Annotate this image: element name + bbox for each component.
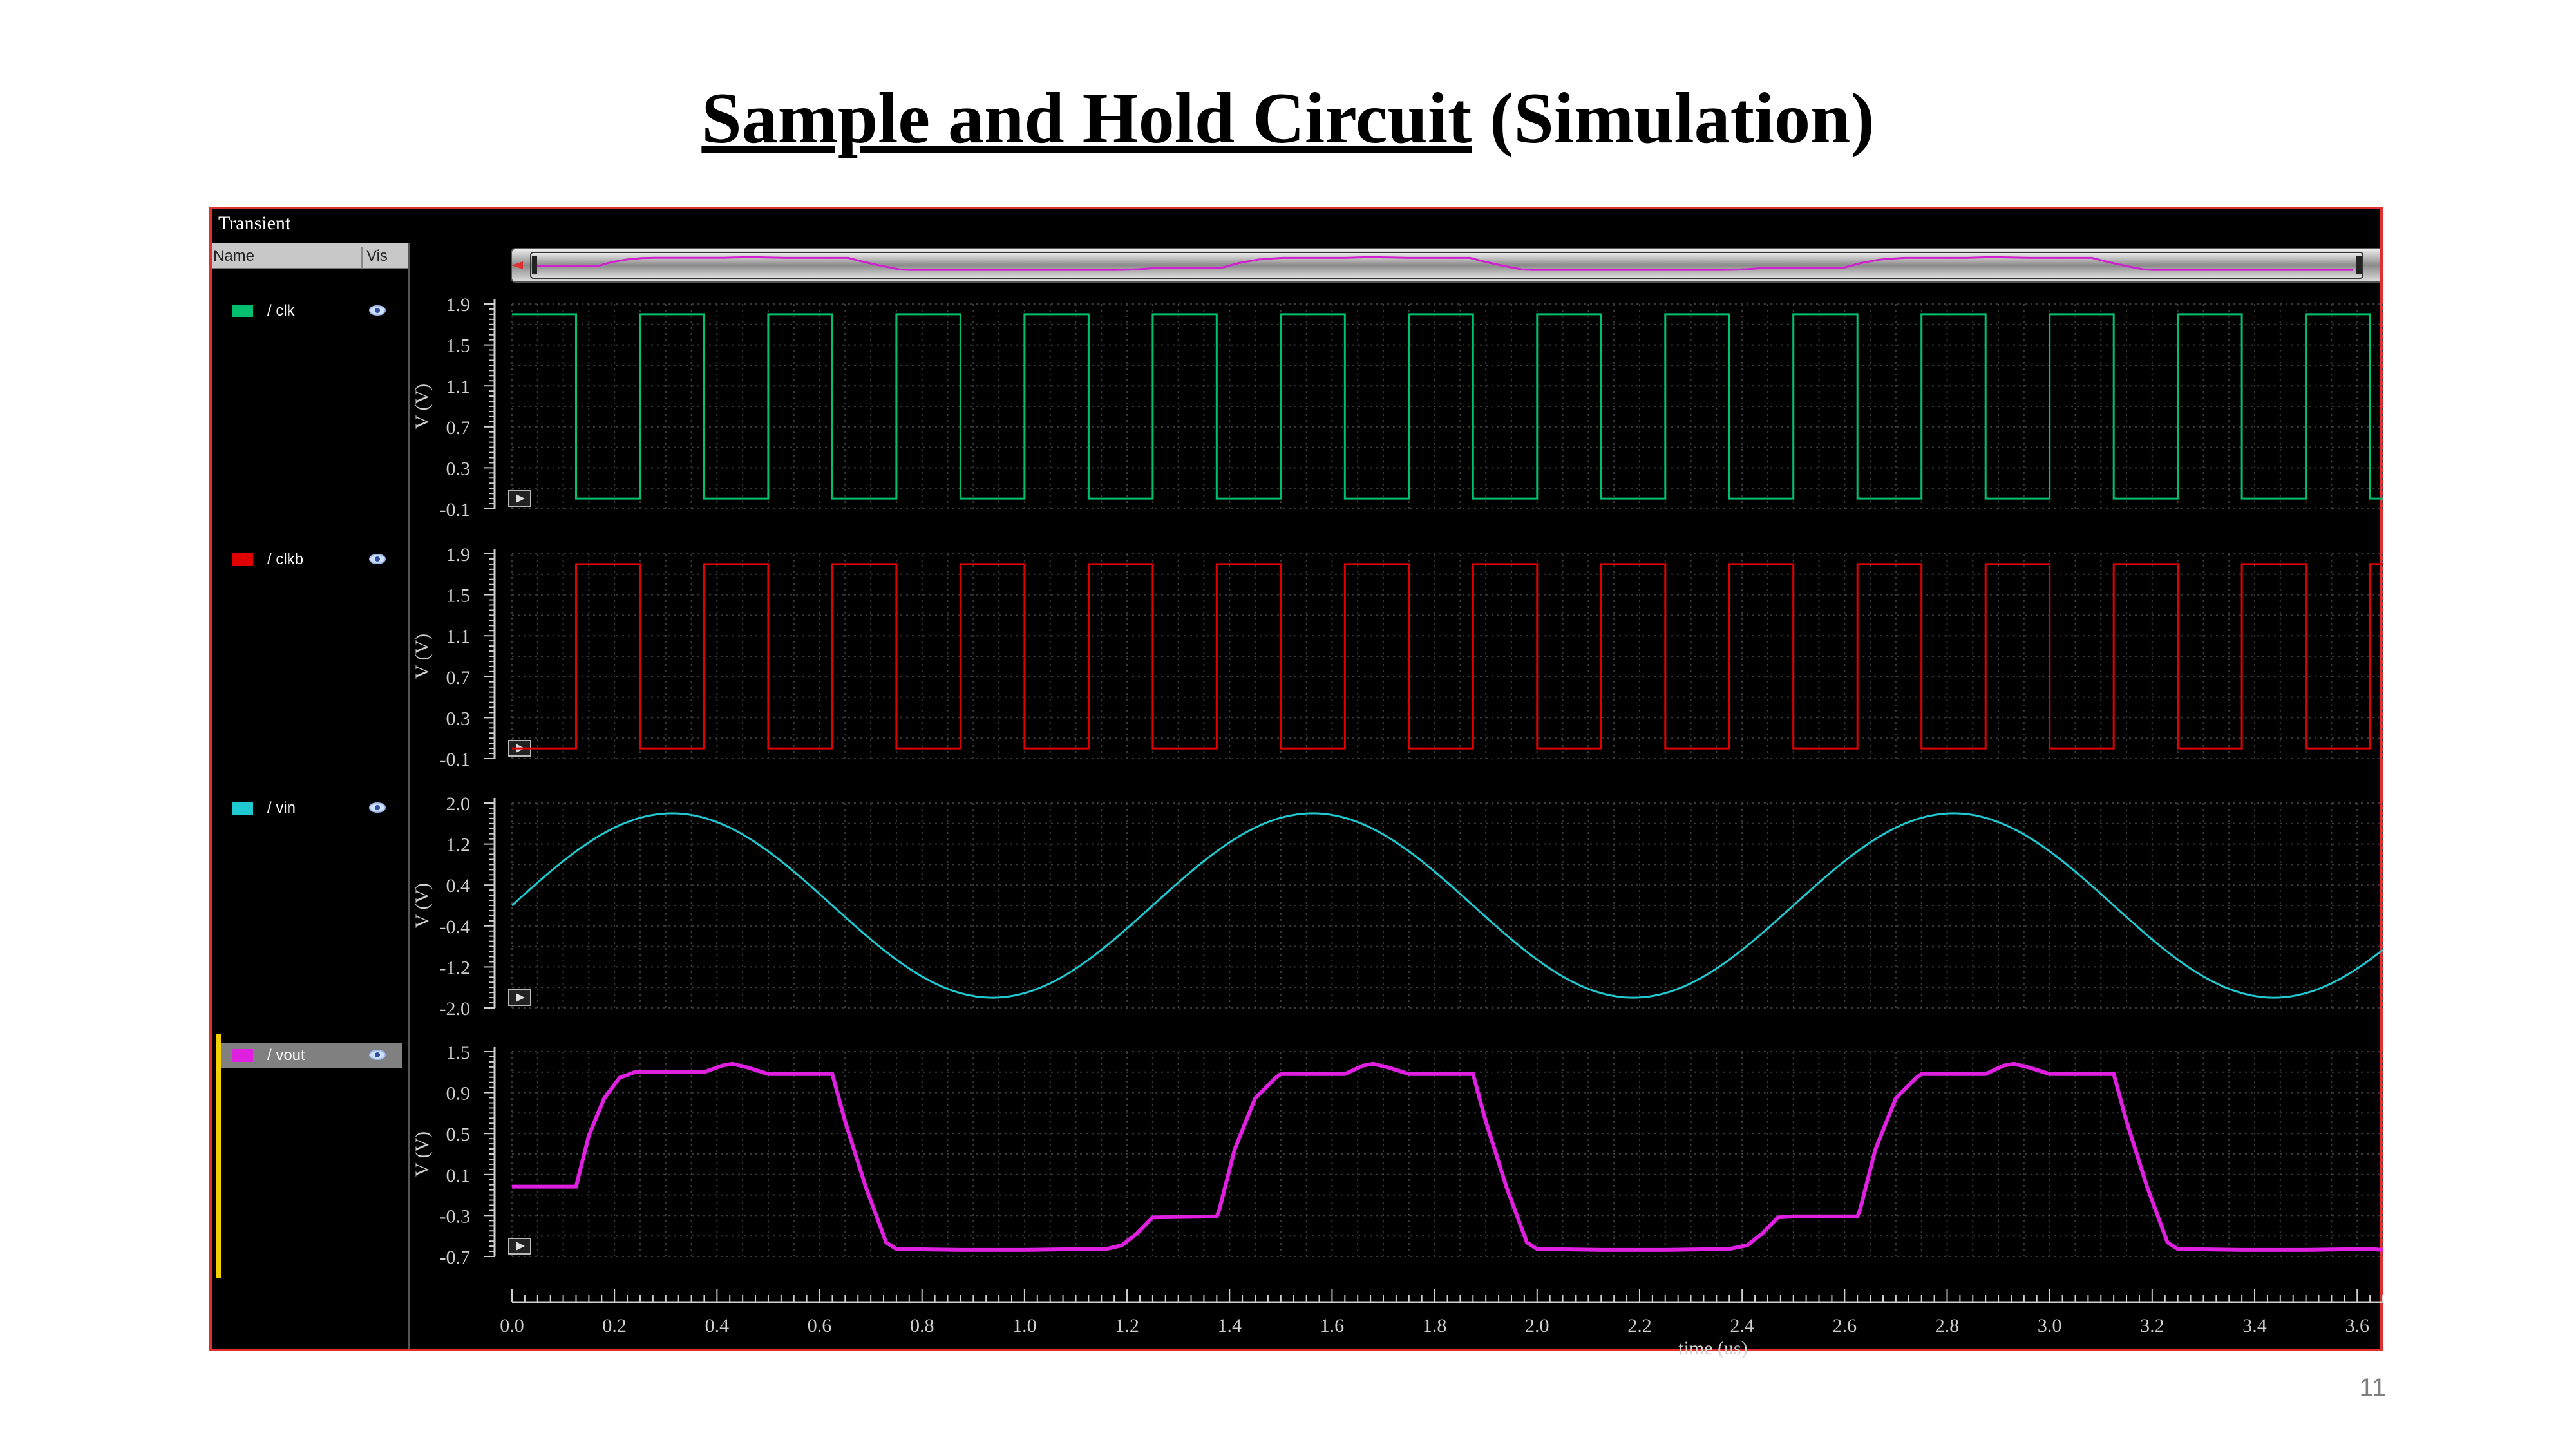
y-tick-label: 0.3 [446,458,471,479]
x-tick-label: 2.0 [1525,1315,1549,1336]
y-tick-label: 1.9 [446,544,471,565]
x-axis-label: time (us) [1678,1338,1747,1359]
trace-clkb [512,563,2383,750]
x-tick-label: 3.0 [2038,1315,2062,1336]
y-tick-label: -1.2 [440,957,471,978]
y-tick-label: 1.1 [446,376,471,397]
y-tick-label: -0.3 [440,1206,471,1227]
y-axis-label: V (V) [412,634,433,679]
x-tick-label: 2.8 [1935,1315,1960,1336]
x-tick-label: 0.6 [808,1315,832,1336]
y-tick-label: 1.2 [446,835,471,856]
y-tick-label: 0.7 [446,417,471,439]
y-tick-label: 1.9 [446,294,471,316]
x-tick-label: 0.8 [910,1315,934,1336]
x-tick-label: 2.6 [1833,1315,1857,1336]
x-tick-label: 1.0 [1012,1315,1037,1336]
x-tick-label: 3.6 [2345,1315,2369,1336]
trace-clk [512,313,2383,500]
y-axis-label: V (V) [412,384,433,429]
y-tick-label: -2.0 [440,998,471,1019]
y-tick-label: 1.1 [446,626,471,647]
y-tick-label: -0.1 [440,499,471,520]
y-tick-label: 0.3 [446,708,471,729]
x-tick-label: 0.2 [602,1315,627,1336]
x-tick-label: 3.2 [2140,1315,2164,1336]
trace-vout [512,1061,2383,1252]
page-number: 11 [2359,1374,2386,1402]
y-tick-label: -0.7 [440,1247,471,1268]
y-axis-label: V (V) [412,1132,433,1177]
y-tick-label: 1.5 [446,585,471,607]
y-tick-label: 0.9 [446,1083,471,1104]
x-tick-label: 2.4 [1730,1315,1754,1336]
trace-vin [511,812,2383,999]
y-tick-label: 1.5 [446,1042,471,1063]
y-tick-label: -0.4 [440,916,471,938]
y-tick-label: 0.7 [446,667,471,688]
y-tick-label: 0.1 [446,1165,471,1186]
x-tick-label: 1.8 [1423,1315,1447,1336]
y-tick-label: -0.1 [440,749,471,770]
x-tick-label: 2.2 [1627,1315,1652,1336]
x-tick-label: 1.4 [1217,1315,1242,1336]
y-tick-label: 0.5 [446,1124,471,1145]
x-tick-label: 1.6 [1320,1315,1345,1336]
x-tick-label: 0.4 [705,1315,730,1336]
y-tick-label: 2.0 [446,793,471,815]
x-tick-label: 3.4 [2242,1315,2267,1336]
y-tick-label: 0.4 [446,875,471,896]
x-tick-label: 1.2 [1115,1315,1139,1336]
y-axis-label: V (V) [412,883,433,928]
x-tick-label: 0.0 [500,1315,524,1336]
waveform-plot-area[interactable]: 1.9 1.5 1.1 0.7 0.3 -0.1 V (V) 1.9 1.5 1.1 0.7 0.3 -… [0,0,2576,1449]
y-tick-label: 1.5 [446,336,471,357]
